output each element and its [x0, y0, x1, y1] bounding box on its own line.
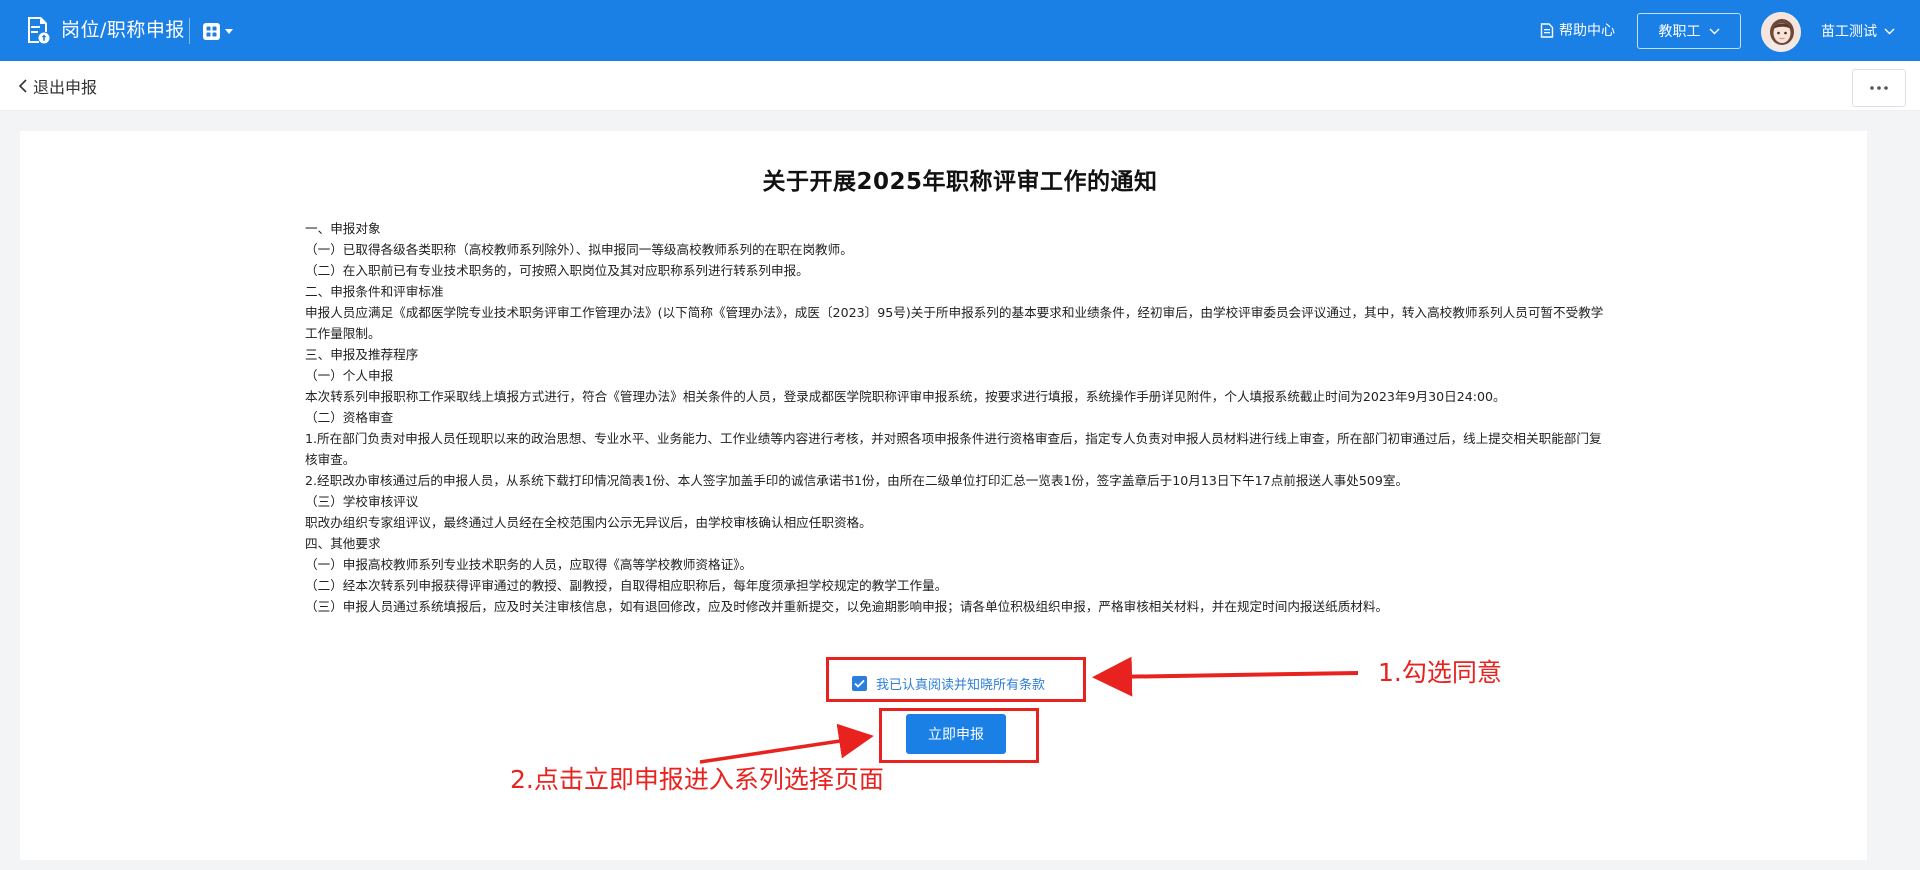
notice-line: （一）已取得各级各类职称（高校教师系列除外）、拟申报同一等级高校教师系列的在职在… [305, 242, 853, 257]
top-header: 岗位/职称申报 帮助中心 教职工 苗工测试 [0, 0, 1920, 61]
notice-line: 1.所在部门负责对申报人员任现职以来的政治思想、专业水平、业务能力、工作业绩等内… [305, 431, 1602, 467]
chevron-left-icon [18, 79, 27, 93]
notice-line: 本次转系列申报职称工作采取线上填报方式进行，符合《管理办法》相关条件的人员，登录… [305, 389, 1506, 404]
notice-line: 二、申报条件和评审标准 [305, 284, 444, 299]
notice-line: 2.经职改办审核通过后的申报人员，从系统下载打印情况简表1份、本人签字加盖手印的… [305, 473, 1409, 488]
notice-line: （三）申报人员通过系统填报后，应及时关注审核信息，如有退回修改，应及时修改并重新… [305, 599, 1389, 614]
exit-apply-label: 退出申报 [33, 78, 98, 97]
notice-line: （三）学校审核评议 [305, 494, 419, 509]
avatar[interactable] [1761, 12, 1801, 52]
notice-line: （二）在入职前已有专业技术职务的，可按照入职岗位及其对应职称系列进行转系列申报。 [305, 263, 809, 278]
avatar-illustration [1762, 13, 1800, 51]
chevron-down-icon [1709, 28, 1719, 34]
role-select-value: 教职工 [1658, 24, 1701, 40]
exit-apply-button[interactable]: 退出申报 [18, 74, 97, 98]
help-center-link[interactable]: 帮助中心 [1540, 19, 1615, 41]
apps-grid-icon [203, 22, 220, 40]
more-dots-icon [1870, 86, 1888, 90]
notice-line: （二）经本次转系列申报获得评审通过的教授、副教授，自取得相应职称后，每年度须承担… [305, 578, 948, 593]
app-title: 岗位/职称申报 [61, 19, 185, 41]
agree-checkbox[interactable]: 我已认真阅读并知晓所有条款 [852, 673, 1045, 693]
annotation-step-2: 2.点击立即申报进入系列选择页面 [510, 765, 884, 794]
notice-line: 申报人员应满足《成都医学院专业技术职务评审工作管理办法》(以下简称《管理办法》，… [305, 305, 1604, 341]
annotation-step-1: 1.勾选同意 [1378, 658, 1502, 687]
notice-line: 三、申报及推荐程序 [305, 347, 419, 362]
help-center-label: 帮助中心 [1559, 23, 1615, 39]
apply-now-button[interactable]: 立即申报 [906, 714, 1006, 754]
agree-label: 我已认真阅读并知晓所有条款 [876, 677, 1046, 693]
caret-down-icon [225, 28, 233, 34]
chevron-down-icon [1884, 28, 1895, 34]
notice-line: 一、申报对象 [305, 221, 381, 236]
notice-line: （二）资格审查 [305, 410, 394, 425]
more-button[interactable] [1852, 69, 1906, 107]
help-document-icon [1540, 22, 1554, 38]
notice-line: 四、其他要求 [305, 536, 381, 551]
notice-body: 一、申报对象 （一）已取得各级各类职称（高校教师系列除外）、拟申报同一等级高校教… [305, 218, 1605, 617]
notice-line: 职改办组织专家组评议，最终通过人员经在全校范围内公示无异议后，由学校审核确认相应… [305, 515, 872, 530]
user-name-label: 苗工测试 [1821, 24, 1877, 40]
header-divider [189, 18, 190, 44]
user-menu[interactable]: 苗工测试 [1821, 20, 1895, 42]
notice-title: 关于开展2025年职称评审工作的通知 [762, 169, 1158, 195]
document-upload-icon [28, 17, 50, 44]
checkbox-checked-icon[interactable] [852, 675, 867, 691]
sub-toolbar: 退出申报 [0, 61, 1920, 111]
notice-line: （一）申报高校教师系列专业技术职务的人员，应取得《高等学校教师资格证》。 [305, 557, 753, 572]
role-select[interactable]: 教职工 [1637, 13, 1741, 49]
notice-line: （一）个人申报 [305, 368, 394, 383]
app-switcher-button[interactable] [203, 18, 243, 44]
